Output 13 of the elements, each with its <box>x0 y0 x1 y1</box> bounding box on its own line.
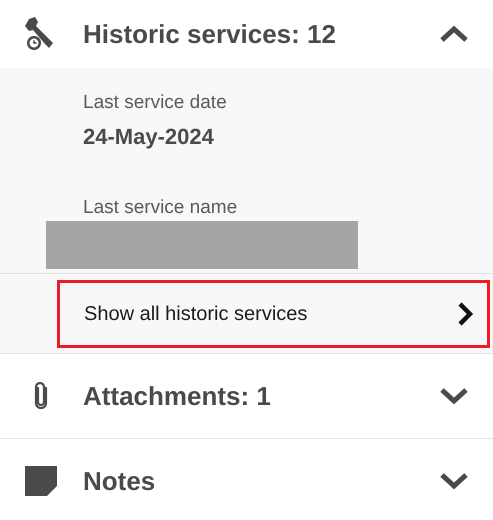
section-title[interactable]: Attachments: 1 <box>83 376 439 416</box>
collapse-chevron-icon[interactable] <box>439 25 469 43</box>
show-all-link[interactable]: Show all historic services <box>57 280 490 348</box>
field-label: Last service name <box>82 196 238 220</box>
note-icon <box>25 466 57 496</box>
expand-chevron-icon[interactable] <box>439 387 469 405</box>
chevron-right-icon <box>457 301 473 327</box>
section-title[interactable]: Historic services: 12 <box>83 14 439 54</box>
field-value: 24-May-2024 <box>82 123 215 151</box>
expand-chevron-icon[interactable] <box>439 472 469 490</box>
field-label: Last service date <box>82 91 228 115</box>
paperclip-icon <box>32 382 50 410</box>
section-title[interactable]: Notes <box>83 462 439 500</box>
